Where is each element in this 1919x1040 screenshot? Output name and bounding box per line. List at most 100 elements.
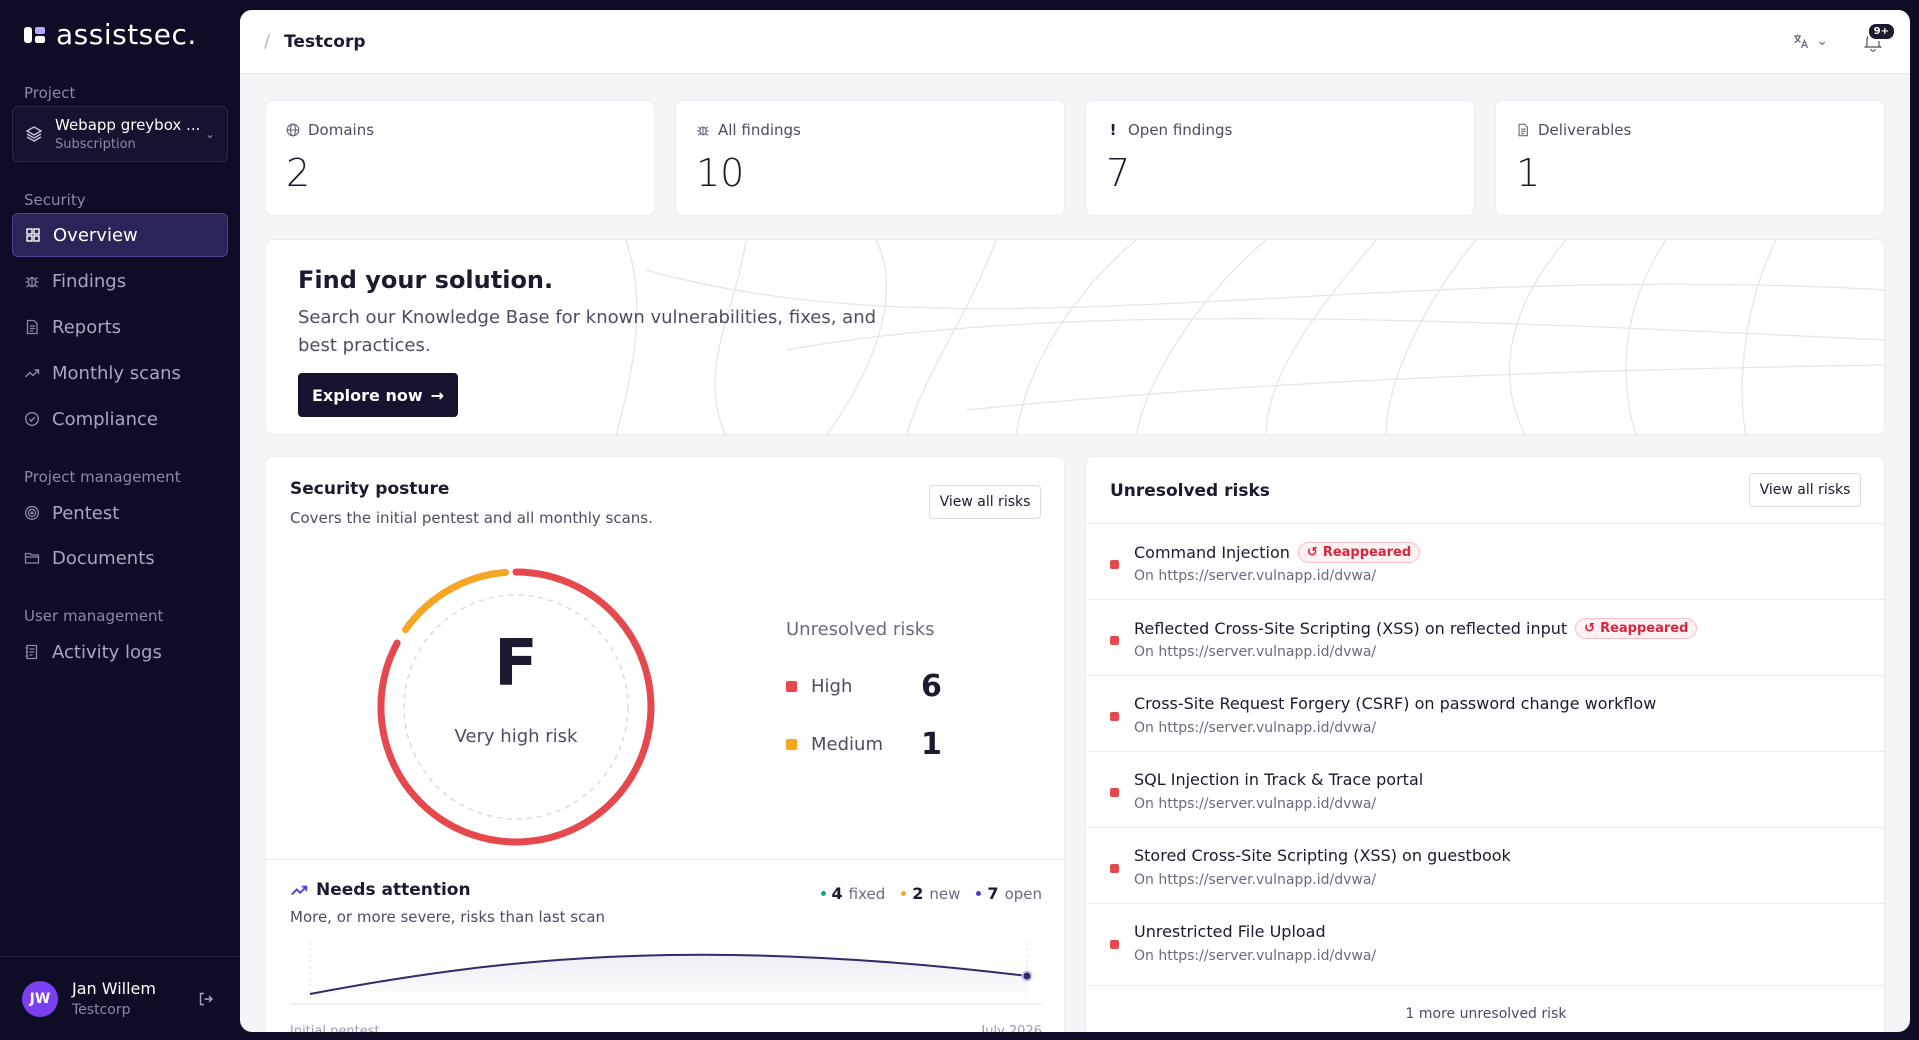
sidebar-item-monthly-scans[interactable]: Monthly scans bbox=[12, 351, 228, 395]
security-posture-card: Security posture Covers the initial pent… bbox=[265, 456, 1065, 1032]
project-title: Webapp greybox ... bbox=[55, 116, 201, 134]
sidebar: assistsec. Project Webapp greybox ... Su… bbox=[0, 0, 240, 1040]
trend-chart bbox=[290, 942, 1042, 1005]
risk-title: Reflected Cross-Site Scripting (XSS) on … bbox=[1134, 619, 1568, 638]
sidebar-item-activity-logs[interactable]: Activity logs bbox=[12, 630, 228, 674]
risk-url: On https://server.vulnapp.id/dvwa/ bbox=[1134, 644, 1377, 660]
refresh-icon: ↺ bbox=[1306, 545, 1318, 560]
more-risks-link[interactable]: 1 more unresolved risk bbox=[1086, 985, 1884, 1032]
unresolved-risks-card: Unresolved risks View all risks Command … bbox=[1085, 456, 1885, 1032]
legend-count: 6 bbox=[921, 669, 942, 704]
severity-high-dot bbox=[1110, 636, 1119, 645]
stat-card-all-findings[interactable]: All findings 10 bbox=[675, 100, 1065, 216]
sidebar-item-pentest[interactable]: Pentest bbox=[12, 491, 228, 535]
project-management-section-label: Project management bbox=[24, 468, 181, 486]
breadcrumb-separator: / bbox=[264, 31, 271, 52]
grid-icon bbox=[26, 228, 40, 242]
main-panel: / Testcorp ⌄ 9+ Domains 2 All findings 1… bbox=[240, 10, 1910, 1032]
risk-item[interactable]: SQL Injection in Track & Trace portal On… bbox=[1086, 751, 1884, 827]
avatar[interactable]: JW bbox=[22, 980, 58, 1017]
refresh-icon: ↺ bbox=[1584, 621, 1596, 636]
sidebar-item-documents[interactable]: Documents bbox=[12, 536, 228, 580]
stat-fixed: 4 fixed bbox=[820, 884, 885, 903]
logo[interactable]: assistsec. bbox=[24, 18, 197, 51]
severity-high-dot bbox=[1110, 864, 1119, 873]
stat-value: 2 bbox=[286, 151, 311, 195]
severity-high-dot bbox=[1110, 560, 1119, 569]
sidebar-item-findings[interactable]: Findings bbox=[12, 259, 228, 303]
legend-count: 1 bbox=[921, 727, 942, 762]
stat-value: 10 bbox=[696, 151, 745, 195]
risk-url: On https://server.vulnapp.id/dvwa/ bbox=[1134, 872, 1377, 888]
needs-attention-section: Needs attention More, or more severe, ri… bbox=[266, 859, 1064, 1032]
target-icon bbox=[25, 506, 39, 520]
language-switcher[interactable]: ⌄ bbox=[1792, 32, 1828, 50]
reappeared-badge: ↺ Reappeared bbox=[1575, 618, 1698, 639]
sidebar-item-label: Pentest bbox=[52, 502, 120, 524]
sidebar-item-overview[interactable]: Overview bbox=[12, 213, 228, 257]
stat-new: 2 new bbox=[901, 884, 960, 903]
risk-title: Stored Cross-Site Scripting (XSS) on gue… bbox=[1134, 846, 1511, 865]
stat-card-open-findings[interactable]: ! Open findings 7 bbox=[1085, 100, 1475, 216]
explore-now-label: Explore now bbox=[311, 385, 423, 405]
sidebar-item-label: Activity logs bbox=[52, 641, 162, 663]
trend-last-point[interactable] bbox=[1021, 970, 1033, 982]
severity-high-dot bbox=[1110, 712, 1119, 721]
folder-icon bbox=[24, 552, 40, 564]
attention-stats: 4 fixed 2 new 7 open bbox=[820, 884, 1042, 903]
reappeared-badge: ↺ Reappeared bbox=[1297, 542, 1421, 563]
project-section-label: Project bbox=[24, 84, 76, 102]
sidebar-item-compliance[interactable]: Compliance bbox=[12, 397, 228, 441]
risk-item[interactable]: Cross-Site Request Forgery (CSRF) on pas… bbox=[1086, 675, 1884, 751]
banner-description: Search our Knowledge Base for known vuln… bbox=[298, 307, 877, 356]
needs-attention-subtitle: More, or more severe, risks than last sc… bbox=[290, 908, 606, 926]
legend-high: High 6 bbox=[786, 669, 942, 704]
sidebar-item-label: Overview bbox=[53, 224, 138, 246]
risk-grade: F bbox=[494, 627, 538, 701]
user-footer: JW Jan Willem Testcorp bbox=[0, 956, 240, 1040]
risk-grade-label: Very high risk bbox=[454, 726, 578, 747]
posture-view-all-button[interactable]: View all risks bbox=[929, 485, 1041, 519]
sidebar-item-label: Compliance bbox=[52, 408, 158, 430]
check-circle-icon bbox=[24, 411, 40, 427]
risk-item[interactable]: Unrestricted File Upload On https://serv… bbox=[1086, 903, 1884, 979]
layers-icon bbox=[25, 126, 43, 142]
stat-label: Domains bbox=[308, 121, 375, 139]
risk-url: On https://server.vulnapp.id/dvwa/ bbox=[1134, 948, 1377, 964]
risk-item[interactable]: Stored Cross-Site Scripting (XSS) on gue… bbox=[1086, 827, 1884, 903]
severity-high-dot bbox=[1110, 940, 1119, 949]
logo-mark-icon bbox=[24, 23, 48, 47]
breadcrumb[interactable]: Testcorp bbox=[284, 32, 365, 52]
unresolved-view-all-button[interactable]: View all risks bbox=[1749, 473, 1861, 507]
user-name: Jan Willem bbox=[72, 979, 156, 998]
stat-card-domains[interactable]: Domains 2 bbox=[265, 100, 655, 216]
logout-icon[interactable] bbox=[198, 991, 214, 1007]
risk-item[interactable]: Reflected Cross-Site Scripting (XSS) on … bbox=[1086, 599, 1884, 675]
project-subtitle: Subscription bbox=[55, 137, 136, 152]
legend-label: Medium bbox=[811, 734, 883, 755]
sidebar-item-label: Monthly scans bbox=[52, 362, 181, 384]
risk-title: SQL Injection in Track & Trace portal bbox=[1134, 770, 1424, 789]
stat-value: 7 bbox=[1106, 151, 1131, 195]
stat-card-deliverables[interactable]: Deliverables 1 bbox=[1495, 100, 1885, 216]
risk-item[interactable]: Command Injection ↺ Reappeared On https:/… bbox=[1086, 523, 1884, 599]
sidebar-item-label: Reports bbox=[52, 316, 122, 338]
bug-icon bbox=[25, 276, 39, 288]
risk-title: Command Injection bbox=[1134, 543, 1290, 562]
security-section-label: Security bbox=[24, 191, 86, 209]
explore-now-button[interactable]: Explore now → bbox=[298, 373, 458, 417]
trend-icon bbox=[291, 885, 308, 896]
sidebar-item-reports[interactable]: Reports bbox=[12, 305, 228, 349]
unresolved-legend-title: Unresolved risks bbox=[786, 619, 935, 640]
user-management-section-label: User management bbox=[24, 607, 164, 625]
notification-badge: 9+ bbox=[1866, 22, 1896, 41]
high-swatch bbox=[786, 681, 797, 692]
risk-url: On https://server.vulnapp.id/dvwa/ bbox=[1134, 568, 1377, 584]
risk-url: On https://server.vulnapp.id/dvwa/ bbox=[1134, 720, 1377, 736]
severity-high-dot bbox=[1110, 788, 1119, 797]
trend-icon bbox=[25, 369, 40, 378]
translate-icon bbox=[1794, 34, 1809, 49]
gauge-medium-arc bbox=[402, 568, 510, 634]
stat-open: 7 open bbox=[976, 884, 1042, 903]
project-selector[interactable]: Webapp greybox ... Subscription ⌄ bbox=[12, 106, 228, 162]
